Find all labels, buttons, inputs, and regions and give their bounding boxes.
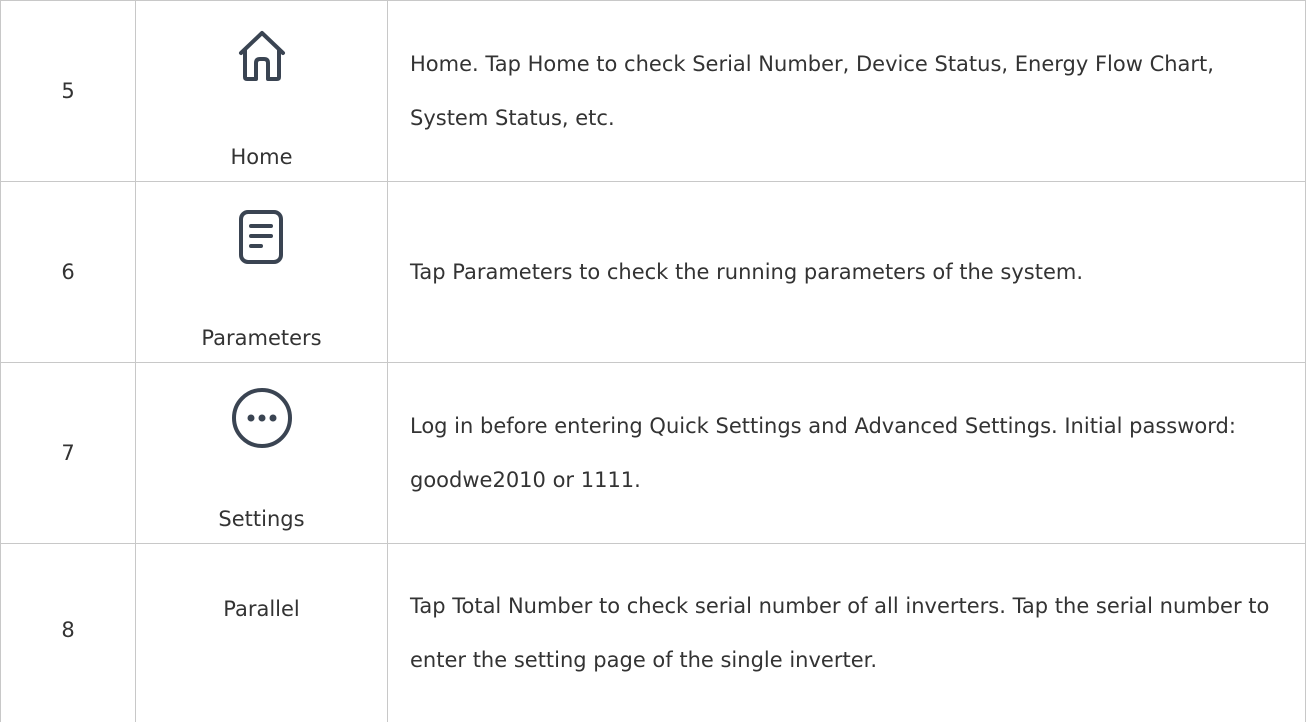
description-cell: Log in before entering Quick Settings an… [388, 363, 1306, 544]
table-row: 7 Settings Log in before entering Quick … [1, 363, 1306, 544]
row-number: 8 [1, 618, 135, 642]
icon-cell: Parameters [136, 182, 388, 363]
parameters-label: Parameters [201, 324, 321, 352]
table-row: 8 Parallel Tap Total Number to check ser… [1, 544, 1306, 722]
row-number-cell: 7 [1, 363, 136, 544]
settings-label: Settings [218, 505, 304, 533]
row-number-cell: 5 [1, 1, 136, 182]
table-row: 6 Parameters Tap Parameters to check the… [1, 182, 1306, 363]
document-page: 5 Home Home. Tap Home to check Serial Nu… [0, 0, 1307, 718]
home-label: Home [230, 143, 292, 171]
description-cell: Tap Parameters to check the running para… [388, 182, 1306, 363]
row-number-cell: 6 [1, 182, 136, 363]
icon-cell: Home [136, 1, 388, 182]
description-cell: Tap Total Number to check serial number … [388, 544, 1306, 722]
label-cell: Parallel [136, 544, 388, 722]
row-number: 7 [1, 441, 135, 465]
row-number: 6 [1, 260, 135, 284]
row-number-cell: 8 [1, 544, 136, 722]
function-table: 5 Home Home. Tap Home to check Serial Nu… [0, 0, 1306, 722]
parallel-label: Parallel [136, 597, 387, 621]
table-row: 5 Home Home. Tap Home to check Serial Nu… [1, 1, 1306, 182]
icon-cell: Settings [136, 363, 388, 544]
row-description: Log in before entering Quick Settings an… [410, 399, 1293, 507]
description-cell: Home. Tap Home to check Serial Number, D… [388, 1, 1306, 182]
row-number: 5 [1, 79, 135, 103]
more-dots-icon [229, 385, 295, 451]
row-description: Tap Parameters to check the running para… [410, 245, 1293, 299]
row-description: Tap Total Number to check serial number … [410, 579, 1293, 687]
document-icon [229, 204, 295, 270]
row-description: Home. Tap Home to check Serial Number, D… [410, 37, 1293, 145]
home-icon [229, 23, 295, 89]
